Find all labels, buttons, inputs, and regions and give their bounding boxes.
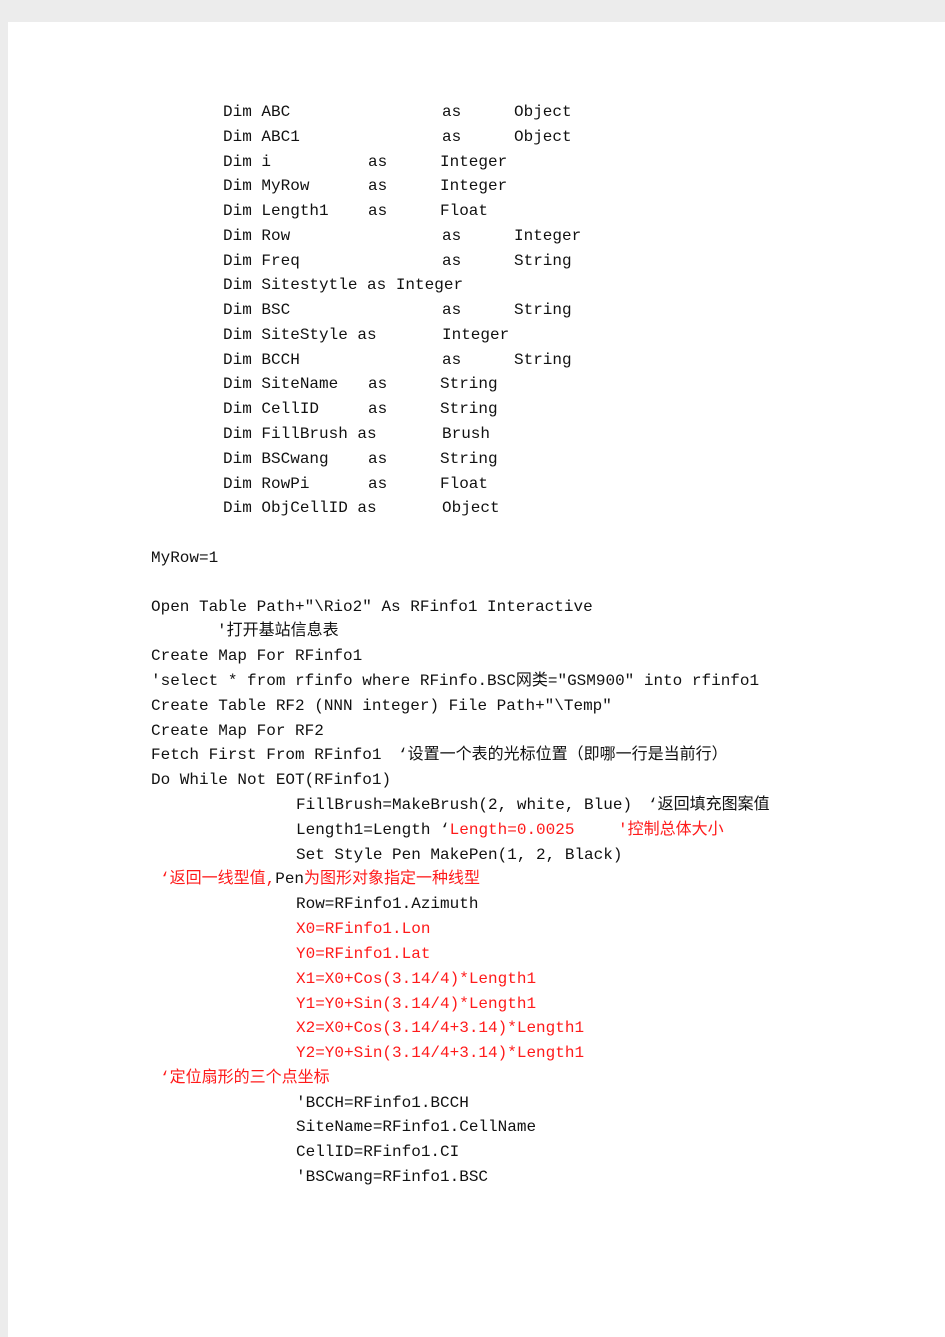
code-comment: ‘返回一线型值,Pen为图形对象指定一种线型	[160, 869, 480, 889]
code-comment: '打开基站信息表	[217, 622, 339, 640]
dim-name: Dim Length1	[223, 202, 329, 220]
dim-name: Dim i	[223, 153, 272, 171]
dim-type: Float	[440, 202, 489, 220]
code-text: ‘返回一线型值,	[160, 870, 276, 888]
code-comment: '控制总体大小	[618, 821, 724, 839]
code-line: Length1=Length ‘Length=0.0025	[296, 820, 574, 840]
dim-type: Brush	[442, 425, 491, 443]
dim-name: Dim Freq	[223, 252, 300, 270]
dim-as: as	[442, 252, 462, 270]
code-comment: Length=0.0025	[449, 821, 575, 839]
dim-name: Dim MyRow	[223, 177, 310, 195]
dim-name: Dim BSC	[223, 301, 291, 319]
code-line: 'BSCwang=RFinfo1.BSC	[296, 1168, 489, 1186]
dim-as: as	[368, 400, 388, 418]
dim-as: as	[368, 450, 388, 468]
code-line: SiteName=RFinfo1.CellName	[296, 1118, 537, 1136]
dim-name: Dim RowPi	[223, 475, 310, 493]
dim-as: as	[368, 475, 388, 493]
code-line: Y1=Y0+Sin(3.14/4)*Length1	[296, 995, 537, 1013]
code-text: ‘	[440, 821, 450, 839]
code-line: X0=RFinfo1.Lon	[296, 920, 431, 938]
code-line: Open Table Path+"\Rio2" As RFinfo1 Inter…	[151, 598, 593, 616]
code-line: 'select * from rfinfo where RFinfo.BSC网类…	[151, 672, 760, 690]
code-line: Row=RFinfo1.Azimuth	[296, 895, 479, 913]
dim-as: as	[368, 177, 388, 195]
code-line: X1=X0+Cos(3.14/4)*Length1	[296, 970, 537, 988]
dim-type: Integer	[514, 227, 582, 245]
dim-type: String	[440, 375, 498, 393]
dim-type: Object	[442, 499, 500, 517]
code-line: FillBrush=MakeBrush(2, white, Blue)	[296, 796, 633, 814]
dim-name: Dim Sitestytle as Integer	[223, 276, 464, 294]
dim-type: Object	[514, 128, 572, 146]
dim-as: as	[442, 103, 462, 121]
dim-name: Dim Row	[223, 227, 291, 245]
dim-as: as	[368, 153, 388, 171]
dim-as: as	[442, 128, 462, 146]
code-line: Y2=Y0+Sin(3.14/4+3.14)*Length1	[296, 1044, 585, 1062]
code-line: Create Map For RF2	[151, 722, 324, 740]
dim-type: Integer	[442, 326, 510, 344]
dim-name: Dim FillBrush as	[223, 425, 377, 443]
code-comment: ‘设置一个表的光标位置（即哪一行是当前行）	[398, 746, 728, 764]
dim-name: Dim SiteStyle as	[223, 326, 377, 344]
code-text: Pen	[275, 870, 305, 888]
code-text: 为图形对象指定一种线型	[304, 870, 481, 888]
code-line: Create Table RF2 (NNN integer) File Path…	[151, 697, 612, 715]
dim-name: Dim ObjCellID as	[223, 499, 377, 517]
code-line: Fetch First From RFinfo1	[151, 746, 382, 764]
dim-type: String	[514, 301, 572, 319]
dim-name: Dim ABC1	[223, 128, 300, 146]
dim-name: Dim BSCwang	[223, 450, 329, 468]
dim-as: as	[442, 351, 462, 369]
code-line: Y0=RFinfo1.Lat	[296, 945, 431, 963]
code-comment: ‘定位扇形的三个点坐标	[160, 1069, 330, 1087]
code-line: Set Style Pen MakePen(1, 2, Black)	[296, 846, 623, 864]
dim-as: as	[442, 301, 462, 319]
code-line: X2=X0+Cos(3.14/4+3.14)*Length1	[296, 1019, 585, 1037]
code-line: 'BCCH=RFinfo1.BCCH	[296, 1094, 469, 1112]
dim-name: Dim CellID	[223, 400, 320, 418]
dim-type: Integer	[440, 177, 508, 195]
code-line: CellID=RFinfo1.CI	[296, 1143, 460, 1161]
dim-name: Dim ABC	[223, 103, 291, 121]
code-comment: ‘返回填充图案值	[648, 796, 770, 814]
dim-type: Object	[514, 103, 572, 121]
dim-as: as	[368, 202, 388, 220]
dim-type: Integer	[440, 153, 508, 171]
code-line: MyRow=1	[151, 549, 219, 567]
dim-type: Float	[440, 475, 489, 493]
dim-as: as	[368, 375, 388, 393]
dim-type: String	[514, 351, 572, 369]
code-text: Length1=Length	[296, 821, 441, 839]
dim-name: Dim SiteName	[223, 375, 339, 393]
code-line: Create Map For RFinfo1	[151, 647, 363, 665]
dim-name: Dim BCCH	[223, 351, 300, 369]
dim-type: String	[440, 450, 498, 468]
dim-type: String	[514, 252, 572, 270]
code-line: Do While Not EOT(RFinfo1)	[151, 771, 392, 789]
dim-type: String	[440, 400, 498, 418]
dim-as: as	[442, 227, 462, 245]
